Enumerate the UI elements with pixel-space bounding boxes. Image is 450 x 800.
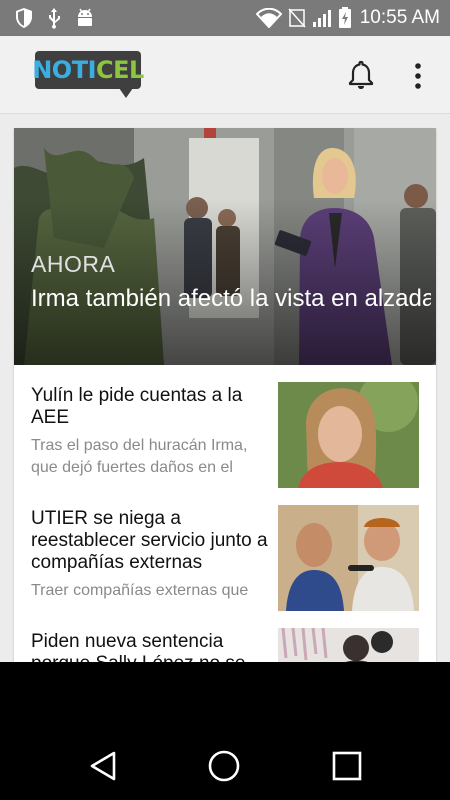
logo-text-noti: NOTI — [32, 56, 96, 84]
wifi-icon — [255, 8, 282, 28]
status-time: 10:55 AM — [359, 7, 440, 28]
logo-text-cel: CEL — [96, 56, 144, 84]
noticel-logo[interactable]: NOTI CEL — [32, 51, 144, 101]
list-item-thumbnail — [278, 628, 419, 662]
status-bar-right: 10:55 AM — [255, 7, 440, 29]
status-bar: 10:55 AM — [0, 0, 450, 36]
home-icon[interactable] — [207, 749, 241, 783]
signal-icon — [312, 10, 331, 27]
logo-speech-tail — [119, 88, 133, 98]
shield-icon — [16, 8, 32, 28]
hero-title: Irma también afectó la vista en alzada c… — [31, 285, 431, 312]
back-icon[interactable] — [86, 749, 120, 783]
recents-icon[interactable] — [330, 749, 364, 783]
thumbnail-photo — [278, 505, 419, 611]
list-item-title: Yulín le pide cuentas a la AEE — [31, 385, 243, 428]
overflow-menu-icon[interactable] — [408, 62, 428, 90]
list-item-title: UTIER se niega a reestablecer servicio j… — [31, 508, 268, 573]
list-item[interactable]: Yulín le pide cuentas a la AEE Tras el p… — [14, 365, 436, 488]
list-item-text: UTIER se niega a reestablecer servicio j… — [31, 508, 271, 602]
no-sim-icon — [288, 8, 306, 28]
list-item-thumbnail — [278, 505, 419, 611]
hero-kicker: AHORA — [31, 251, 116, 277]
hero-gradient — [14, 128, 436, 365]
news-card: AHORA Irma también afectó la vista en al… — [14, 128, 436, 662]
list-item-text: Piden nueva sentencia porque Sally López… — [31, 631, 271, 662]
list-item-title: Piden nueva sentencia porque Sally López… — [31, 631, 245, 662]
bell-icon[interactable] — [347, 60, 375, 90]
thumbnail-photo — [278, 628, 419, 662]
news-feed[interactable]: AHORA Irma también afectó la vista en al… — [0, 114, 450, 662]
list-item-text: Yulín le pide cuentas a la AEE Tras el p… — [31, 385, 271, 479]
list-item-description: Tras el paso del huracán Irma, que dejó … — [31, 437, 248, 476]
list-item[interactable]: UTIER se niega a reestablecer servicio j… — [14, 488, 436, 611]
navigation-bar — [0, 731, 450, 800]
app-bar: NOTI CEL — [0, 36, 450, 114]
hero-article[interactable]: AHORA Irma también afectó la vista en al… — [14, 128, 436, 365]
thumbnail-photo — [278, 382, 419, 488]
list-item-description: Traer compañías externas que — [31, 582, 249, 599]
usb-icon — [49, 8, 60, 29]
list-item-thumbnail — [278, 382, 419, 488]
list-item[interactable]: Piden nueva sentencia porque Sally López… — [14, 611, 436, 662]
android-debug-icon — [78, 8, 92, 26]
status-bar-left — [14, 7, 96, 29]
battery-charging-icon — [338, 7, 351, 28]
logo-box: NOTI CEL — [32, 51, 144, 89]
